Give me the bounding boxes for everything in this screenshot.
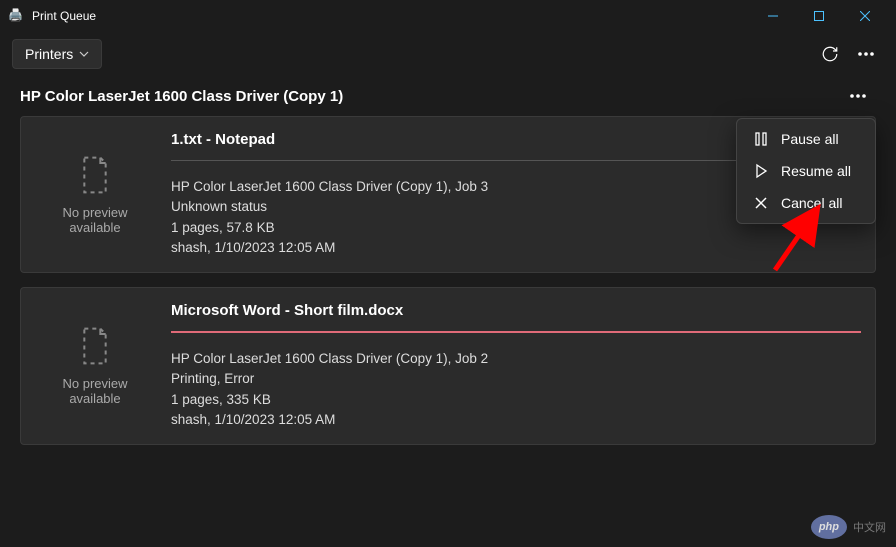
file-icon <box>79 326 111 366</box>
pause-icon <box>753 131 769 147</box>
job-status-line: Printing, Error <box>171 369 861 389</box>
job-owner-line: shash, 1/10/2023 12:05 AM <box>171 238 861 258</box>
job-owner-line: shash, 1/10/2023 12:05 AM <box>171 410 861 430</box>
more-button[interactable] <box>848 36 884 72</box>
job-item[interactable]: No previewavailable Microsoft Word - Sho… <box>20 287 876 445</box>
watermark-text: 中文网 <box>853 519 886 535</box>
close-button[interactable] <box>842 0 888 32</box>
window-title: Print Queue <box>32 9 750 23</box>
job-title: Microsoft Word - Short film.docx <box>171 302 861 319</box>
menu-cancel-all[interactable]: Cancel all <box>741 187 871 219</box>
more-icon <box>858 52 874 56</box>
job-preview: No previewavailable <box>35 131 155 258</box>
printers-dropdown[interactable]: Printers <box>12 39 102 69</box>
watermark-badge: php <box>811 515 847 539</box>
file-icon <box>79 155 111 195</box>
printer-more-button[interactable] <box>840 78 876 114</box>
window-controls <box>750 0 888 32</box>
more-icon <box>850 94 866 98</box>
job-body: Microsoft Word - Short film.docx HP Colo… <box>155 302 861 430</box>
divider <box>171 331 861 333</box>
job-preview: No previewavailable <box>35 302 155 430</box>
job-printer-line: HP Color LaserJet 1600 Class Driver (Cop… <box>171 349 861 369</box>
toolbar: Printers <box>0 32 896 76</box>
refresh-button[interactable] <box>812 36 848 72</box>
printer-name: HP Color LaserJet 1600 Class Driver (Cop… <box>20 88 840 105</box>
job-size-line: 1 pages, 335 KB <box>171 390 861 410</box>
close-icon <box>753 195 769 211</box>
minimize-button[interactable] <box>750 0 796 32</box>
titlebar: 🖨️ Print Queue <box>0 0 896 32</box>
play-icon <box>753 163 769 179</box>
context-menu: Pause all Resume all Cancel all <box>736 118 876 224</box>
watermark: php 中文网 <box>811 515 886 539</box>
printer-header: HP Color LaserJet 1600 Class Driver (Cop… <box>0 76 896 116</box>
menu-label: Pause all <box>781 131 839 147</box>
refresh-icon <box>821 45 839 63</box>
chevron-down-icon <box>79 51 89 57</box>
menu-resume-all[interactable]: Resume all <box>741 155 871 187</box>
app-icon: 🖨️ <box>8 8 24 24</box>
menu-label: Cancel all <box>781 195 842 211</box>
menu-pause-all[interactable]: Pause all <box>741 123 871 155</box>
printers-label: Printers <box>25 46 73 62</box>
menu-label: Resume all <box>781 163 851 179</box>
maximize-button[interactable] <box>796 0 842 32</box>
